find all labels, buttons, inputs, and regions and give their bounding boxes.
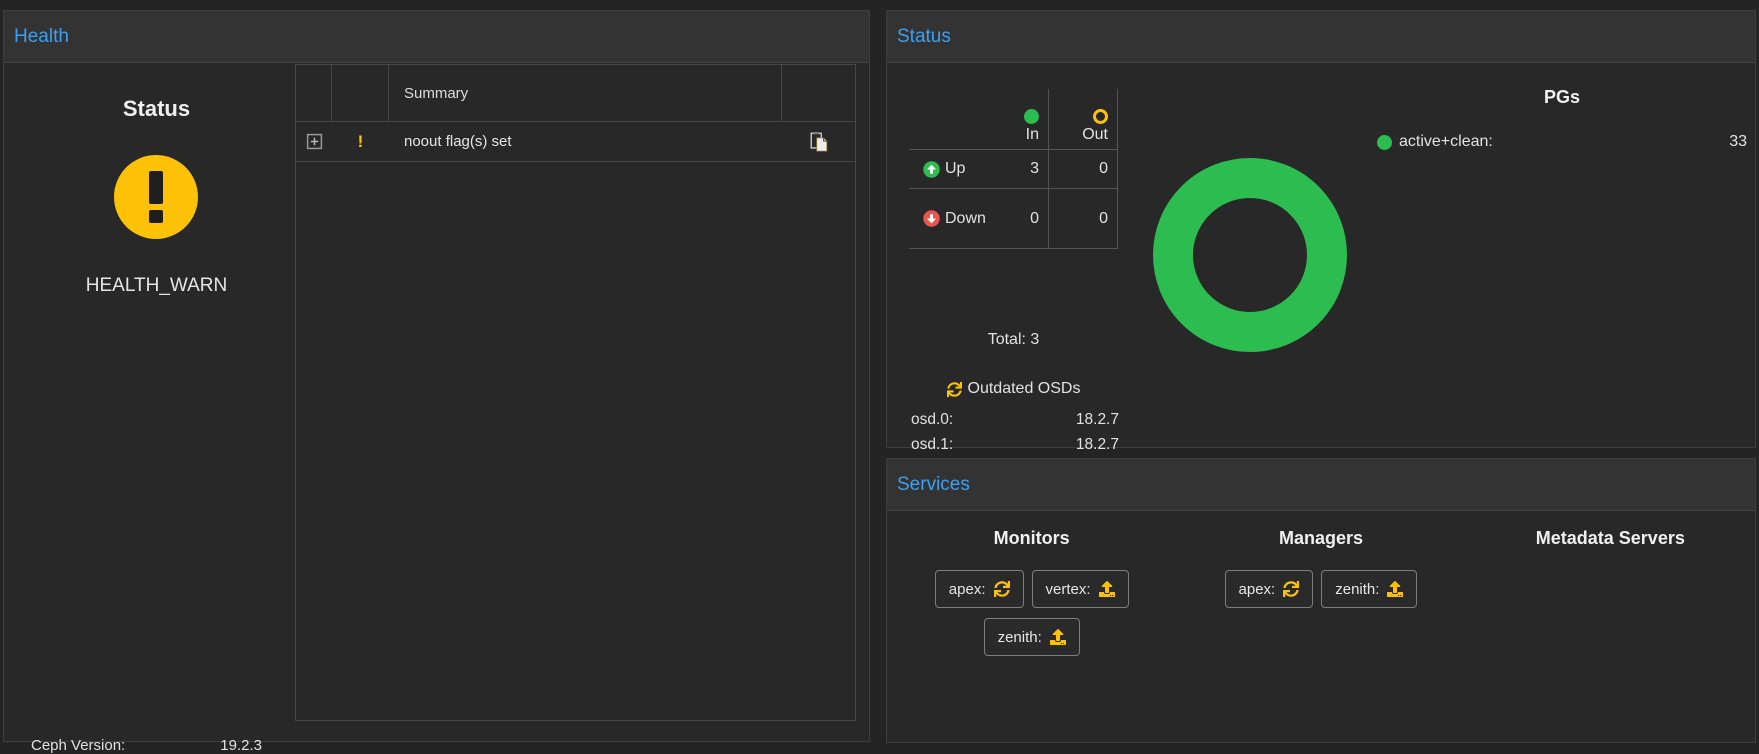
warning-severity-icon: ! bbox=[332, 132, 389, 152]
health-panel: Health Status HEALTH_WARN Ceph Version: … bbox=[3, 10, 870, 742]
osd-version: 18.2.7 bbox=[1076, 436, 1119, 454]
severity-column-header bbox=[332, 65, 389, 121]
upload-icon bbox=[1050, 629, 1066, 645]
outdated-osd-row: osd.0: 18.2.7 bbox=[911, 407, 1119, 432]
osd-down-out-value: 0 bbox=[1049, 189, 1118, 249]
managers-column: Managers apex: zenith: bbox=[1176, 528, 1465, 656]
out-ring-icon bbox=[1093, 109, 1108, 124]
up-label: Up bbox=[945, 160, 965, 178]
health-status-heading: Status bbox=[4, 96, 309, 122]
services-panel: Services Monitors apex: vertex: bbox=[886, 458, 1756, 743]
status-panel: Status In Out Up 3 0 Down 0 0 bbox=[886, 10, 1756, 448]
monitor-badge-vertex[interactable]: vertex: bbox=[1032, 570, 1129, 608]
out-header-label: Out bbox=[1082, 126, 1108, 144]
monitors-heading: Monitors bbox=[994, 528, 1070, 549]
status-panel-header: Status bbox=[887, 11, 1755, 63]
down-circle-icon bbox=[923, 210, 940, 227]
monitor-badge-apex[interactable]: apex: bbox=[935, 570, 1024, 608]
monitor-badge-zenith[interactable]: zenith: bbox=[984, 618, 1080, 656]
legend-label: active+clean: bbox=[1399, 133, 1493, 151]
actions-column-header bbox=[782, 65, 855, 121]
upload-icon bbox=[1099, 581, 1115, 597]
manager-badge-apex[interactable]: apex: bbox=[1225, 570, 1314, 608]
legend-value: 33 bbox=[1729, 133, 1747, 151]
summary-cell: noout flag(s) set bbox=[389, 133, 782, 150]
expand-column-header bbox=[296, 65, 332, 121]
osd-up-row-label: Up bbox=[909, 150, 997, 189]
ceph-version-value: 19.2.3 bbox=[220, 737, 262, 754]
pgs-donut-chart bbox=[1153, 158, 1347, 352]
outdated-osds-title: Outdated OSDs bbox=[909, 380, 1118, 398]
osd-state-table: In Out Up 3 0 Down 0 0 bbox=[909, 89, 1118, 249]
osd-label: osd.0: bbox=[911, 411, 953, 429]
health-status-value: HEALTH_WARN bbox=[4, 275, 309, 297]
osd-up-out-value: 0 bbox=[1049, 150, 1118, 189]
monitors-column: Monitors apex: vertex: zenith: bbox=[887, 528, 1176, 656]
status-panel-title: Status bbox=[897, 26, 951, 48]
legend-dot-icon bbox=[1377, 135, 1392, 150]
upload-icon bbox=[1387, 581, 1403, 597]
summary-column-header[interactable]: Summary bbox=[389, 65, 782, 121]
refresh-icon bbox=[1283, 581, 1299, 597]
refresh-icon bbox=[947, 382, 962, 397]
copy-button[interactable] bbox=[782, 130, 855, 154]
osd-table-corner-cell bbox=[909, 89, 997, 150]
pgs-section: PGs active+clean: 33 bbox=[1377, 87, 1747, 151]
services-panel-header: Services bbox=[887, 459, 1755, 511]
ceph-version-row: Ceph Version: 19.2.3 bbox=[31, 737, 262, 754]
refresh-icon bbox=[994, 581, 1010, 597]
badge-label: vertex: bbox=[1046, 581, 1091, 598]
badge-label: apex: bbox=[1239, 581, 1276, 598]
osd-version: 18.2.7 bbox=[1076, 411, 1119, 429]
osd-down-in-value: 0 bbox=[997, 189, 1049, 249]
pgs-title: PGs bbox=[1377, 87, 1747, 108]
ceph-version-label: Ceph Version: bbox=[31, 737, 125, 754]
badge-label: apex: bbox=[949, 581, 986, 598]
badge-label: zenith: bbox=[1335, 581, 1379, 598]
row-expander[interactable] bbox=[296, 133, 332, 150]
osd-up-in-value: 3 bbox=[997, 150, 1049, 189]
in-dot-icon bbox=[1024, 109, 1039, 124]
in-header-label: In bbox=[1026, 126, 1039, 144]
summary-table-row[interactable]: ! noout flag(s) set bbox=[296, 122, 855, 162]
warning-exclamation-dot bbox=[149, 210, 163, 223]
osd-out-header: Out bbox=[1049, 89, 1118, 150]
osd-label: osd.1: bbox=[911, 436, 953, 454]
expand-plus-icon bbox=[306, 133, 323, 150]
pgs-legend-row: active+clean: 33 bbox=[1377, 133, 1747, 151]
health-panel-title: Health bbox=[14, 26, 69, 48]
summary-table-header: Summary bbox=[296, 64, 855, 122]
health-summary-table: Summary ! noout flag(s) set bbox=[295, 64, 856, 721]
osd-down-row-label: Down bbox=[909, 189, 997, 249]
metadata-servers-column: Metadata Servers bbox=[1466, 528, 1755, 656]
up-circle-icon bbox=[923, 161, 940, 178]
metadata-servers-heading: Metadata Servers bbox=[1536, 528, 1685, 549]
health-panel-header: Health bbox=[4, 11, 869, 63]
osd-in-header: In bbox=[997, 89, 1049, 150]
warning-exclamation-bar bbox=[149, 171, 163, 204]
outdated-osds-label: Outdated OSDs bbox=[968, 380, 1081, 398]
outdated-osd-row: osd.1: 18.2.7 bbox=[911, 432, 1119, 457]
copy-icon bbox=[808, 130, 830, 154]
services-panel-title: Services bbox=[897, 474, 970, 496]
osd-total: Total: 3 bbox=[909, 331, 1118, 349]
managers-heading: Managers bbox=[1279, 528, 1363, 549]
health-warning-icon bbox=[114, 155, 198, 239]
manager-badge-zenith[interactable]: zenith: bbox=[1321, 570, 1417, 608]
badge-label: zenith: bbox=[998, 629, 1042, 646]
down-label: Down bbox=[945, 210, 986, 228]
